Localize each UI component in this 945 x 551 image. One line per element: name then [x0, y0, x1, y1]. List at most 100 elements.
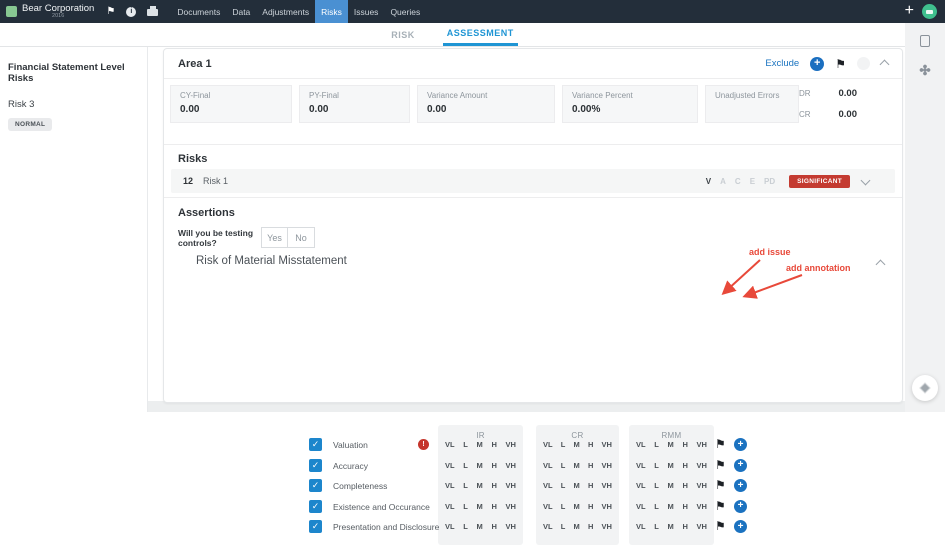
printer-icon[interactable] [147, 9, 158, 16]
rating-cr-vl[interactable]: VL [543, 440, 553, 449]
rating-ir-vh[interactable]: VH [506, 481, 516, 490]
nav-item-risks[interactable]: Risks [315, 0, 348, 23]
rating-rmm-h[interactable]: H [682, 440, 687, 449]
nav-item-documents[interactable]: Documents [171, 0, 226, 23]
rating-cr-vh[interactable]: VH [602, 522, 612, 531]
rating-ir-h[interactable]: H [491, 440, 496, 449]
rating-rmm-vh[interactable]: VH [697, 522, 707, 531]
rating-rmm-vl[interactable]: VL [636, 502, 646, 511]
risk-item[interactable]: Risk 3 [8, 99, 139, 110]
user-avatar[interactable] [922, 4, 937, 19]
rating-rmm-h[interactable]: H [682, 522, 687, 531]
rating-rmm-h[interactable]: H [682, 502, 687, 511]
yes-button[interactable]: Yes [261, 227, 288, 248]
rating-rmm-m[interactable]: M [668, 522, 674, 531]
rating-cr-h[interactable]: H [588, 461, 593, 470]
flag-icon[interactable]: ⚑ [106, 7, 115, 17]
rating-ir-vh[interactable]: VH [506, 502, 516, 511]
assertion-checkbox[interactable]: ✓ [309, 520, 322, 533]
rating-rmm-l[interactable]: L [654, 522, 659, 531]
rating-rmm-l[interactable]: L [654, 481, 659, 490]
add-issue-flag-icon[interactable]: ⚑ [715, 478, 726, 492]
rating-ir-h[interactable]: H [491, 481, 496, 490]
rating-ir-m[interactable]: M [477, 502, 483, 511]
rating-ir-l[interactable]: L [463, 440, 468, 449]
rating-cr-l[interactable]: L [561, 481, 566, 490]
rating-cr-vh[interactable]: VH [602, 440, 612, 449]
rating-ir-h[interactable]: H [491, 502, 496, 511]
nav-item-adjustments[interactable]: Adjustments [256, 0, 315, 23]
rating-rmm-vl[interactable]: VL [636, 481, 646, 490]
rating-ir-h[interactable]: H [491, 461, 496, 470]
rating-rmm-m[interactable]: M [668, 502, 674, 511]
rating-cr-vh[interactable]: VH [602, 481, 612, 490]
rating-ir-m[interactable]: M [477, 461, 483, 470]
assertion-checkbox[interactable]: ✓ [309, 479, 322, 492]
add-issue-flag-icon[interactable]: ⚑ [715, 519, 726, 533]
rating-cr-l[interactable]: L [561, 522, 566, 531]
info-icon[interactable]: i [126, 7, 136, 17]
rating-rmm-vh[interactable]: VH [697, 461, 707, 470]
rating-rmm-h[interactable]: H [682, 461, 687, 470]
nav-item-data[interactable]: Data [226, 0, 256, 23]
rating-cr-l[interactable]: L [561, 461, 566, 470]
document-icon[interactable] [920, 35, 930, 47]
rating-cr-m[interactable]: M [574, 522, 580, 531]
nav-item-queries[interactable]: Queries [384, 0, 426, 23]
add-annotation-button[interactable]: + [734, 459, 747, 472]
add-issue-flag-icon[interactable]: ⚑ [715, 437, 726, 451]
assertion-letter-c[interactable]: C [735, 177, 741, 186]
add-icon[interactable]: + [905, 3, 914, 19]
chevron-up-icon[interactable] [880, 60, 890, 70]
rating-ir-h[interactable]: H [491, 522, 496, 531]
nav-item-issues[interactable]: Issues [348, 0, 385, 23]
rating-ir-m[interactable]: M [477, 481, 483, 490]
rating-rmm-m[interactable]: M [668, 461, 674, 470]
rating-ir-m[interactable]: M [477, 440, 483, 449]
rating-rmm-l[interactable]: L [654, 461, 659, 470]
gear-icon[interactable] [919, 64, 931, 76]
rating-ir-vl[interactable]: VL [445, 481, 455, 490]
chevron-down-icon[interactable] [861, 175, 871, 185]
rating-cr-vh[interactable]: VH [602, 461, 612, 470]
floating-action-button[interactable] [912, 375, 938, 401]
rating-ir-vh[interactable]: VH [506, 461, 516, 470]
add-button[interactable]: + [810, 57, 824, 71]
rating-rmm-vh[interactable]: VH [697, 502, 707, 511]
add-annotation-button[interactable]: + [734, 500, 747, 513]
rating-rmm-vh[interactable]: VH [697, 481, 707, 490]
rating-ir-m[interactable]: M [477, 522, 483, 531]
rating-cr-h[interactable]: H [588, 502, 593, 511]
flag-icon[interactable]: ⚑ [835, 58, 846, 70]
risk-row[interactable]: 12 Risk 1 VACEPD SIGNIFICANT [171, 169, 895, 193]
rating-ir-l[interactable]: L [463, 461, 468, 470]
rating-cr-m[interactable]: M [574, 502, 580, 511]
rating-rmm-vl[interactable]: VL [636, 440, 646, 449]
rating-ir-vh[interactable]: VH [506, 522, 516, 531]
rating-cr-vl[interactable]: VL [543, 481, 553, 490]
assertion-checkbox[interactable]: ✓ [309, 500, 322, 513]
rating-cr-vl[interactable]: VL [543, 522, 553, 531]
add-issue-flag-icon[interactable]: ⚑ [715, 458, 726, 472]
rating-rmm-m[interactable]: M [668, 481, 674, 490]
tab-risk[interactable]: RISK [387, 23, 419, 46]
rating-cr-vh[interactable]: VH [602, 502, 612, 511]
toggle-circle[interactable] [857, 57, 870, 70]
rating-ir-vl[interactable]: VL [445, 502, 455, 511]
rating-ir-l[interactable]: L [463, 481, 468, 490]
assertion-letter-v[interactable]: V [706, 177, 711, 186]
add-annotation-button[interactable]: + [734, 520, 747, 533]
rating-ir-vl[interactable]: VL [445, 461, 455, 470]
assertion-letter-a[interactable]: A [720, 177, 726, 186]
no-button[interactable]: No [288, 227, 315, 248]
add-annotation-button[interactable]: + [734, 479, 747, 492]
assertion-letter-e[interactable]: E [750, 177, 755, 186]
tab-assessment[interactable]: ASSESSMENT [443, 23, 518, 46]
assertion-checkbox[interactable]: ✓ [309, 459, 322, 472]
rating-rmm-vl[interactable]: VL [636, 461, 646, 470]
rating-cr-vl[interactable]: VL [543, 461, 553, 470]
rating-ir-vh[interactable]: VH [506, 440, 516, 449]
rating-rmm-l[interactable]: L [654, 440, 659, 449]
rating-rmm-vl[interactable]: VL [636, 522, 646, 531]
assertion-letter-pd[interactable]: PD [764, 177, 775, 186]
